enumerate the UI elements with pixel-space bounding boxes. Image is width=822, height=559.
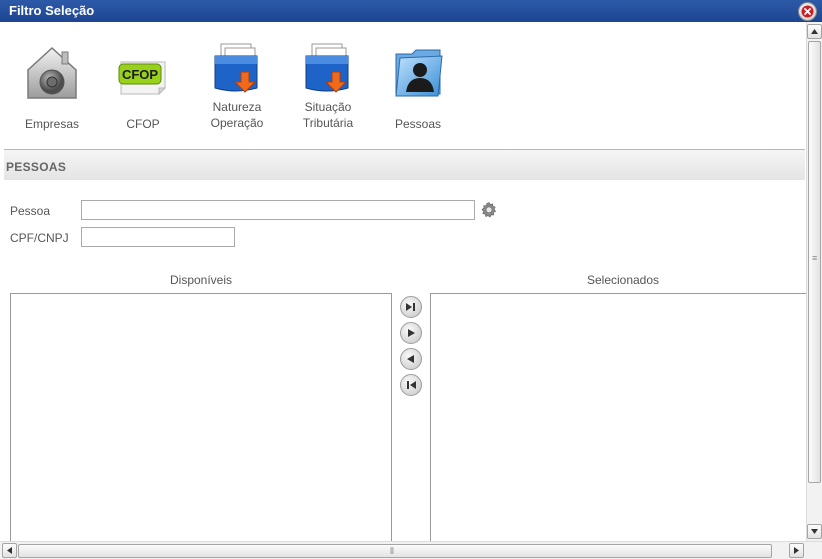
play-right-icon (408, 329, 415, 337)
horizontal-scrollbar[interactable]: ⦀ (0, 541, 822, 559)
toolbar-natureza-operacao[interactable]: Natureza Operação (198, 42, 276, 134)
window-titlebar: Filtro Seleção (0, 0, 822, 22)
skip-forward-icon (406, 303, 415, 311)
cfop-badge-text: CFOP (122, 67, 158, 82)
toolbar-cfop[interactable]: CFOP CFOP (108, 44, 178, 134)
move-all-right-button[interactable] (400, 296, 422, 318)
move-right-button[interactable] (400, 322, 422, 344)
toolbar-empresas[interactable]: Empresas (14, 44, 90, 134)
arrow-down-icon (811, 529, 818, 534)
grip-icon: ≡ (812, 253, 818, 263)
vertical-scroll-thumb[interactable]: ≡ (808, 41, 821, 483)
skip-back-icon (407, 381, 416, 389)
selected-listbox[interactable] (430, 293, 806, 541)
section-title: PESSOAS (6, 160, 67, 174)
grip-icon: ⦀ (390, 546, 394, 556)
close-button[interactable] (798, 2, 817, 21)
play-left-icon (407, 355, 414, 363)
toolbar-natureza-label-1: Natureza (212, 100, 262, 114)
pessoa-input[interactable] (81, 200, 475, 220)
toolbar-pessoas-label: Pessoas (394, 117, 442, 131)
scroll-up-button[interactable] (807, 24, 822, 39)
scroll-left-button[interactable] (2, 543, 17, 558)
toolbar-cfop-label: CFOP (126, 117, 160, 131)
cpf-cnpj-label: CPF/CNPJ (10, 231, 69, 245)
toolbar-situacao-label-2: Tributária (302, 116, 354, 130)
toolbar-situacao-label-1: Situação (304, 100, 352, 114)
arrow-right-icon (794, 547, 799, 554)
horizontal-scroll-thumb[interactable]: ⦀ (18, 544, 772, 558)
close-icon (801, 5, 814, 18)
dialog-content: Empresas CFOP CFOP Natureza Operação Sit… (0, 22, 806, 541)
toolbar-pessoas[interactable]: Pessoas (384, 44, 452, 134)
cpf-cnpj-input[interactable] (81, 227, 235, 247)
window-title: Filtro Seleção (9, 3, 95, 18)
arrow-up-icon (811, 29, 818, 34)
move-left-button[interactable] (400, 348, 422, 370)
vault-icon (27, 46, 77, 99)
folder-download-icon (214, 43, 258, 93)
available-listbox[interactable] (10, 293, 392, 541)
section-header: PESSOAS (4, 149, 805, 180)
selected-list-label: Selecionados (586, 273, 660, 287)
arrow-left-icon (7, 547, 12, 554)
toolbar-natureza-label-2: Operação (210, 116, 264, 130)
available-list-label: Disponíveis (169, 273, 233, 287)
vertical-scrollbar[interactable]: ≡ (806, 22, 822, 541)
person-folder-icon (395, 49, 443, 97)
cfop-icon: CFOP (118, 61, 167, 96)
folder-download-icon (305, 43, 349, 93)
scroll-down-button[interactable] (807, 524, 822, 539)
scroll-right-button[interactable] (789, 543, 804, 558)
toolbar-empresas-label: Empresas (24, 117, 80, 131)
gear-icon[interactable] (480, 201, 498, 219)
toolbar-situacao-tributaria[interactable]: Situação Tributária (290, 42, 366, 134)
pessoa-label: Pessoa (10, 204, 51, 218)
move-all-left-button[interactable] (400, 374, 422, 396)
